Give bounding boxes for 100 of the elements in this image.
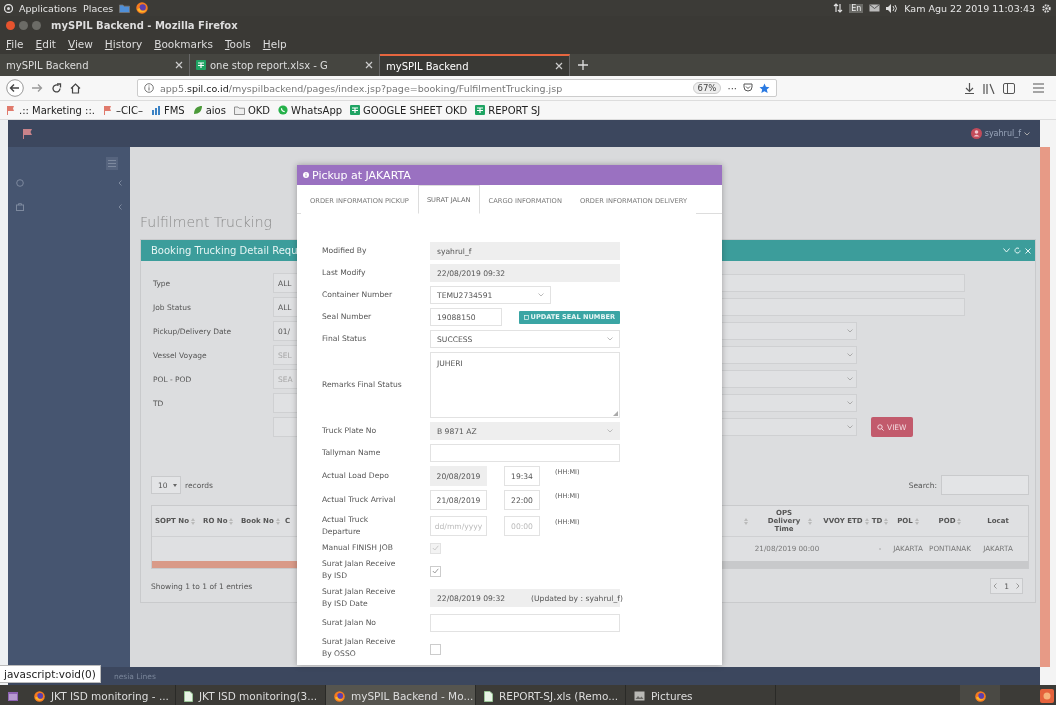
speaker-icon[interactable]: [886, 3, 899, 13]
network-icon[interactable]: [833, 3, 844, 13]
input-field[interactable]: [430, 444, 620, 462]
sidebar-icon[interactable]: [1003, 82, 1015, 94]
minimize-button[interactable]: [19, 20, 28, 30]
select-field[interactable]: [722, 418, 857, 436]
bookmark[interactable]: OKD: [233, 104, 271, 116]
sort-icon[interactable]: [957, 517, 962, 525]
pocket-icon[interactable]: [743, 83, 753, 93]
select-field[interactable]: [722, 322, 857, 340]
select-field[interactable]: [722, 394, 857, 412]
leaf-icon: [192, 105, 203, 115]
close-icon[interactable]: [175, 61, 183, 69]
input-field[interactable]: [430, 614, 620, 632]
chevron-down-icon[interactable]: [1003, 248, 1010, 253]
bookmark[interactable]: GOOGLE SHEET OKD: [350, 104, 468, 116]
address-bar[interactable]: app5.spil.co.id/myspilbackend/pages/index.jsp?page=booking/FulfilmentTrucking.jsp 67% ···: [137, 79, 777, 97]
download-icon[interactable]: [964, 82, 975, 94]
sort-icon[interactable]: [229, 517, 234, 525]
taskbar-item[interactable]: JKT ISD monitoring - ...: [26, 685, 176, 705]
sort-icon[interactable]: [864, 517, 869, 525]
sort-icon[interactable]: [884, 517, 889, 525]
checkbox[interactable]: [430, 643, 441, 655]
taskbar-item[interactable]: Pictures: [626, 685, 776, 705]
resize-handle-icon[interactable]: [613, 411, 618, 416]
folder-icon: [119, 3, 131, 13]
briefcase-icon[interactable]: [16, 203, 24, 211]
close-icon[interactable]: [555, 62, 563, 70]
back-icon[interactable]: [6, 79, 24, 97]
keyboard-indicator[interactable]: En: [849, 3, 864, 13]
settings-icon[interactable]: [1041, 2, 1052, 14]
bookmark[interactable]: aios: [192, 104, 226, 116]
horizontal-scrollbar[interactable]: [152, 561, 297, 568]
input-field[interactable]: [722, 274, 965, 292]
clock[interactable]: Kam Agu 22 2019 11:03:43: [904, 2, 1035, 14]
user-name[interactable]: syahrul_f: [984, 129, 1021, 138]
zoom-level[interactable]: 67%: [692, 82, 722, 94]
chevron-down-icon: [847, 401, 853, 405]
horizontal-scrollbar[interactable]: [722, 561, 1028, 568]
firefox-icon: [136, 2, 149, 14]
new-tab-icon[interactable]: [578, 60, 588, 70]
sort-icon[interactable]: [191, 517, 195, 525]
clock-icon[interactable]: [16, 179, 24, 187]
star-icon[interactable]: [759, 82, 770, 94]
select-field[interactable]: [273, 417, 297, 437]
select-field[interactable]: [273, 393, 297, 413]
system-menu[interactable]: Places: [83, 2, 114, 14]
sort-icon[interactable]: [914, 517, 919, 525]
app-icon[interactable]: [1040, 689, 1054, 703]
select-field[interactable]: [722, 346, 857, 364]
forward-icon[interactable]: [32, 83, 43, 93]
search-field[interactable]: [941, 475, 1029, 495]
input-field[interactable]: [722, 298, 965, 316]
bookmark[interactable]: WhatsApp: [278, 104, 343, 116]
taskbar-item[interactable]: REPORT-SJ.xls (Remo...: [476, 685, 626, 705]
modal-title: Pickup at JAKARTA: [312, 168, 411, 182]
sort-icon[interactable]: [808, 517, 812, 525]
firefox-icon: [974, 690, 986, 702]
menu-item[interactable]: View: [67, 38, 93, 50]
search-icon: [877, 423, 884, 431]
menu-item[interactable]: Tools: [224, 38, 251, 50]
system-menu[interactable]: Applications: [19, 2, 78, 14]
panel-title: Booking Trucking Detail Requ: [151, 245, 298, 256]
bookmark[interactable]: FMS: [150, 104, 185, 116]
maximize-button[interactable]: [32, 20, 41, 30]
folder-icon: [233, 105, 245, 115]
page-actions-button[interactable]: ···: [727, 82, 737, 94]
vertical-scrollbar[interactable]: [1040, 147, 1050, 667]
sort-icon[interactable]: [744, 517, 748, 525]
flag-logo-icon: [22, 128, 34, 139]
sort-icon[interactable]: [275, 517, 280, 525]
bookmark[interactable]: REPORT SJ: [475, 104, 541, 116]
applications-icon[interactable]: [4, 3, 13, 13]
chevron-left-icon[interactable]: [991, 583, 1000, 589]
chevron-right-icon[interactable]: [1014, 583, 1022, 589]
checkbox[interactable]: [430, 565, 441, 577]
menu-icon[interactable]: [1033, 83, 1044, 93]
close-button[interactable]: [6, 20, 15, 30]
flag-icon: [103, 105, 114, 115]
reload-icon[interactable]: [51, 82, 62, 94]
mail-icon[interactable]: [869, 4, 881, 12]
browser-tab[interactable]: mySPIL Backend: [380, 54, 570, 76]
select-field[interactable]: [722, 370, 857, 388]
show-desktop-icon[interactable]: [8, 691, 18, 701]
refresh-icon[interactable]: [1014, 247, 1021, 254]
close-icon[interactable]: [365, 61, 373, 69]
menu-item[interactable]: History: [104, 38, 143, 50]
taskbar-item[interactable]: mySPIL Backend - Mo...: [326, 685, 476, 705]
home-icon[interactable]: [70, 82, 81, 94]
chevron-down-icon: [538, 293, 544, 297]
menu-icon[interactable]: [106, 157, 118, 170]
chevron-down-icon: [847, 329, 853, 333]
menu-item[interactable]: File: [6, 38, 24, 50]
bookmark[interactable]: –CIC–: [103, 104, 143, 116]
library-icon[interactable]: [983, 82, 995, 94]
menu-item[interactable]: Bookmarks: [154, 38, 213, 50]
menu-item[interactable]: Edit: [35, 38, 56, 50]
menu-item[interactable]: Help: [262, 38, 287, 50]
avatar-icon[interactable]: [970, 128, 982, 139]
bookmark[interactable]: .:: Marketing ::.: [6, 104, 96, 116]
